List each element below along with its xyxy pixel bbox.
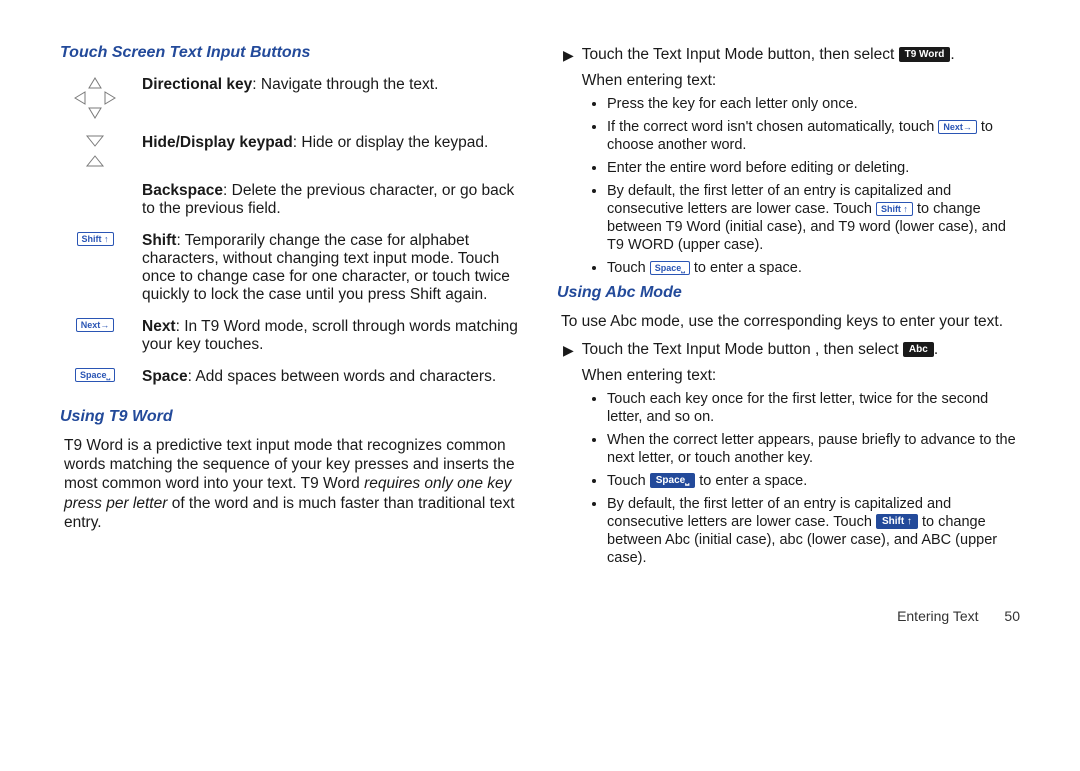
hide-keypad-icon bbox=[64, 134, 126, 168]
play-arrow-icon: ▶ bbox=[563, 342, 574, 359]
space-key-dark-icon: Space⎵ bbox=[650, 473, 695, 488]
abc-bullet-4: By default, the first letter of an entry… bbox=[607, 496, 1020, 568]
step-select-t9: ▶ Touch the Text Input Mode button, then… bbox=[557, 46, 1020, 90]
row-shift: Shift ↑ Shift: Temporarily change the ca… bbox=[60, 232, 523, 304]
heading-touch-buttons: Touch Screen Text Input Buttons bbox=[60, 44, 523, 62]
row-hidekeypad: Hide/Display keypad: Hide or display the… bbox=[60, 134, 523, 168]
desc-space: Space: Add spaces between words and char… bbox=[142, 368, 523, 386]
next-key-icon: Next→ bbox=[64, 318, 126, 332]
abc-badge: Abc bbox=[903, 342, 934, 357]
right-column: ▶ Touch the Text Input Mode button, then… bbox=[557, 40, 1020, 741]
row-directional: Directional key: Navigate through the te… bbox=[60, 76, 523, 120]
t9-bullet-1: Press the key for each letter only once. bbox=[607, 96, 1020, 114]
space-key-icon: Space⎵ bbox=[64, 368, 126, 382]
desc-backspace: Backspace: Delete the previous character… bbox=[142, 182, 523, 218]
step-select-abc: ▶ Touch the Text Input Mode button , the… bbox=[557, 341, 1020, 385]
heading-t9word: Using T9 Word bbox=[60, 408, 523, 426]
row-backspace: Backspace: Delete the previous character… bbox=[60, 182, 523, 218]
shift-key-inline-icon: Shift ↑ bbox=[876, 202, 913, 216]
desc-directional: Directional key: Navigate through the te… bbox=[142, 76, 523, 94]
footer-page-number: 50 bbox=[1004, 608, 1020, 624]
row-next: Next→ Next: In T9 Word mode, scroll thro… bbox=[60, 318, 523, 354]
abc-bullet-3: Touch Space⎵ to enter a space. bbox=[607, 473, 1020, 491]
row-space: Space⎵ Space: Add spaces between words a… bbox=[60, 368, 523, 386]
t9word-badge: T9 Word bbox=[899, 47, 951, 62]
t9-bullet-4: By default, the first letter of an entry… bbox=[607, 183, 1020, 255]
desc-shift: Shift: Temporarily change the case for a… bbox=[142, 232, 523, 304]
desc-hidekeypad: Hide/Display keypad: Hide or display the… bbox=[142, 134, 523, 152]
t9-bullet-2: If the correct word isn't chosen automat… bbox=[607, 119, 1020, 155]
shift-key-icon: Shift ↑ bbox=[64, 232, 126, 246]
when-entering-1: When entering text: bbox=[582, 72, 955, 90]
abc-bullet-1: Touch each key once for the first letter… bbox=[607, 391, 1020, 427]
when-entering-2: When entering text: bbox=[582, 367, 938, 385]
next-key-inline-icon: Next→ bbox=[938, 120, 977, 134]
left-column: Touch Screen Text Input Buttons Directio… bbox=[60, 40, 523, 741]
shift-key-dark-icon: Shift ↑ bbox=[876, 514, 918, 529]
space-key-inline-icon: Space⎵ bbox=[650, 261, 690, 275]
t9-bullet-3: Enter the entire word before editing or … bbox=[607, 160, 1020, 178]
heading-abc-mode: Using Abc Mode bbox=[557, 284, 1020, 302]
t9word-paragraph: T9 Word is a predictive text input mode … bbox=[60, 436, 523, 532]
abc-bullet-2: When the correct letter appears, pause b… bbox=[607, 432, 1020, 468]
t9-bullets: Press the key for each letter only once.… bbox=[557, 96, 1020, 278]
footer-section: Entering Text bbox=[897, 608, 978, 624]
t9-bullet-5: Touch Space⎵ to enter a space. bbox=[607, 260, 1020, 278]
desc-next: Next: In T9 Word mode, scroll through wo… bbox=[142, 318, 523, 354]
play-arrow-icon: ▶ bbox=[563, 47, 574, 64]
page-footer: Entering Text 50 bbox=[557, 608, 1020, 624]
abc-intro: To use Abc mode, use the corresponding k… bbox=[557, 312, 1020, 331]
abc-bullets: Touch each key once for the first letter… bbox=[557, 391, 1020, 568]
nav-diamond-icon bbox=[64, 76, 126, 120]
manual-page: Touch Screen Text Input Buttons Directio… bbox=[0, 0, 1080, 771]
